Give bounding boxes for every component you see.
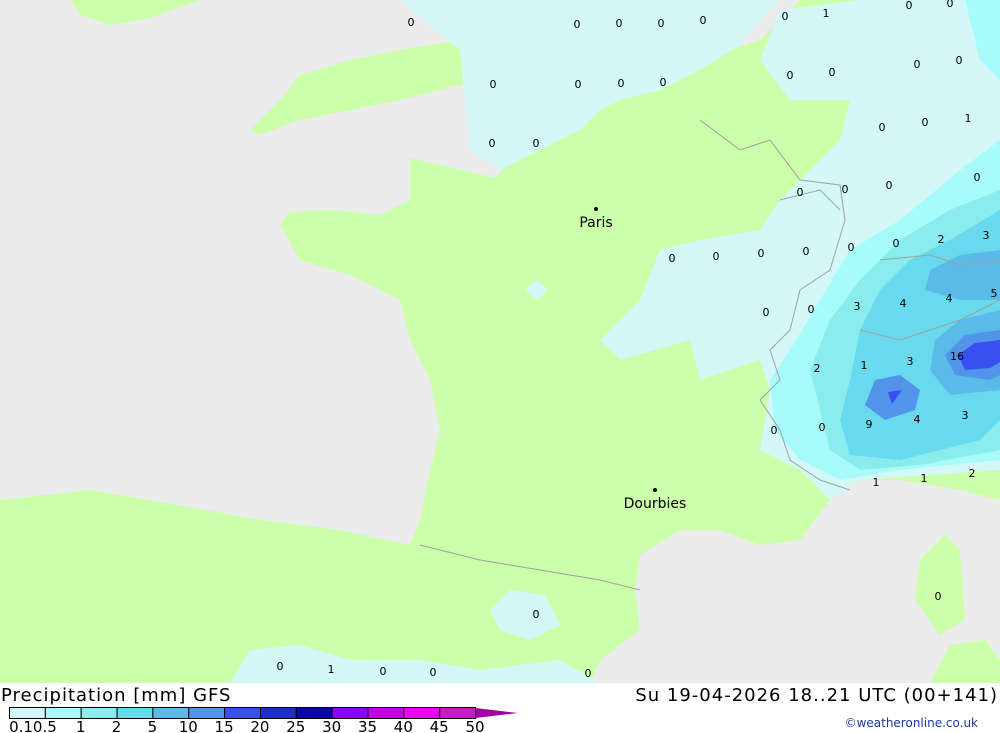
color-scale-tick-label: 1 [75, 718, 86, 733]
precip-value-label: 1 [921, 472, 928, 485]
precip-value-label: 0 [700, 14, 707, 27]
precip-value-label: 0 [906, 0, 913, 12]
city-label: Dourbies [624, 496, 687, 512]
color-scale-cell [259, 707, 297, 719]
precip-value-label: 0 [808, 303, 815, 316]
precip-value-label: 4 [946, 292, 953, 305]
precip-value-label: 0 [489, 137, 496, 150]
precip-value-label: 0 [848, 241, 855, 254]
precip-value-label: 1 [965, 112, 972, 125]
precip-value-label: 1 [823, 7, 830, 20]
precip-value-label: 0 [782, 10, 789, 23]
color-scale-cell [367, 707, 405, 719]
precip-value-label: 0 [408, 16, 415, 29]
precip-value-label: 5 [991, 287, 998, 300]
copyright-link[interactable]: ©weatheronline.co.uk [845, 716, 978, 730]
legend: Precipitation [mm] GFS Su 19-04-2026 18.… [0, 683, 1000, 733]
color-scale-tick-label: 2 [111, 718, 122, 733]
city-dot [653, 488, 657, 492]
color-scale-tick-label: 10 [178, 718, 198, 733]
precip-value-label: 3 [962, 409, 969, 422]
precip-value-label: 0 [829, 66, 836, 79]
precipitation-map-view: 0000001000000000000001000000000023003445… [0, 0, 1000, 733]
precip-value-label: 0 [771, 424, 778, 437]
color-scale-cell [295, 707, 333, 719]
color-scale-cell [331, 707, 369, 719]
precip-value-label: 0 [277, 660, 284, 673]
color-scale-cell [403, 707, 441, 719]
precip-value-label: 0 [380, 665, 387, 678]
color-scale-tick-label: 50 [465, 718, 485, 733]
precip-value-label: 0 [797, 186, 804, 199]
precip-value-label: 2 [969, 467, 976, 480]
precip-value-label: 3 [854, 300, 861, 313]
color-scale-cell [188, 707, 226, 719]
city-label: Paris [579, 215, 612, 231]
color-scale-tick-label: 15 [214, 718, 234, 733]
precip-value-label: 3 [983, 229, 990, 242]
precip-value-label: 0 [430, 666, 437, 679]
precip-value-label: 2 [938, 233, 945, 246]
precip-value-label: 3 [907, 355, 914, 368]
precip-value-label: 0 [713, 250, 720, 263]
color-scale-tick-label: 40 [393, 718, 413, 733]
color-scale-tick-label: 5 [147, 718, 158, 733]
color-scale-tick-label: 25 [286, 718, 306, 733]
precip-value-label: 0 [575, 78, 582, 91]
color-scale-tick-label: 0.5 [32, 718, 57, 733]
color-scale-tick-label: 45 [429, 718, 449, 733]
color-scale-tick-label: 35 [357, 718, 378, 733]
precip-value-label: 0 [922, 116, 929, 129]
precip-value-label: 0 [956, 54, 963, 67]
precip-value-label: 0 [819, 421, 826, 434]
precip-value-label: 0 [787, 69, 794, 82]
color-scale-tick-label: 0.1 [9, 718, 33, 733]
precip-value-label: 0 [974, 171, 981, 184]
precip-value-label: 0 [763, 306, 770, 319]
precip-value-label: 0 [879, 121, 886, 134]
precip-value-label: 0 [618, 77, 625, 90]
precip-value-label: 0 [616, 17, 623, 30]
color-scale-tick-label: 30 [322, 718, 342, 733]
precip-value-label: 0 [947, 0, 954, 10]
precip-value-label: 0 [803, 245, 810, 258]
color-scale-cell [439, 707, 477, 719]
color-scale-cell [80, 707, 118, 719]
map: 0 0 0 0 0 0 1 0 0 0 0 0 0 0 0 0 0 0 0 0 0 1 0 0 0 0 0 0 0 0 0 0 2 3 0 0 3 4 4 5… [0, 0, 1000, 683]
precip-value-label: 4 [914, 413, 921, 426]
precip-value-label: 0 [758, 247, 765, 260]
color-scale-cell [44, 707, 82, 719]
precip-value-label: 0 [914, 58, 921, 71]
precip-value-label: 0 [893, 237, 900, 250]
precip-value-label: 0 [935, 590, 942, 603]
legend-title: Precipitation [mm] GFS [1, 685, 232, 706]
color-scale-overflow-arrow [475, 708, 518, 718]
precip-value-label: 9 [866, 418, 873, 431]
precip-value-label: 2 [814, 362, 821, 375]
precip-value-label: 0 [658, 17, 665, 30]
precip-value-label: 0 [533, 137, 540, 150]
color-scale-cell [152, 707, 190, 719]
color-scale-cell [116, 707, 154, 719]
precip-value-label: 1 [861, 359, 868, 372]
precip-value-label: 16 [950, 350, 964, 363]
precip-value-label: 0 [669, 252, 676, 265]
precip-value-label: 0 [574, 18, 581, 31]
precip-value-label: 0 [490, 78, 497, 91]
precip-value-label: 1 [873, 476, 880, 489]
precip-value-label: 0 [585, 667, 592, 680]
color-scale-cell [9, 707, 46, 719]
precip-value-label: 0 [533, 608, 540, 621]
city-dot [594, 207, 598, 211]
forecast-datetime: Su 19-04-2026 18..21 UTC (00+141) [635, 685, 998, 706]
color-scale-tick-label: 20 [250, 718, 270, 733]
color-scale-cell [224, 707, 261, 719]
precip-value-label: 0 [660, 76, 667, 89]
precip-value-label: 4 [900, 297, 907, 310]
precip-value-label: 1 [328, 663, 335, 676]
precip-value-label: 0 [842, 183, 849, 196]
precip-value-label: 0 [886, 179, 893, 192]
